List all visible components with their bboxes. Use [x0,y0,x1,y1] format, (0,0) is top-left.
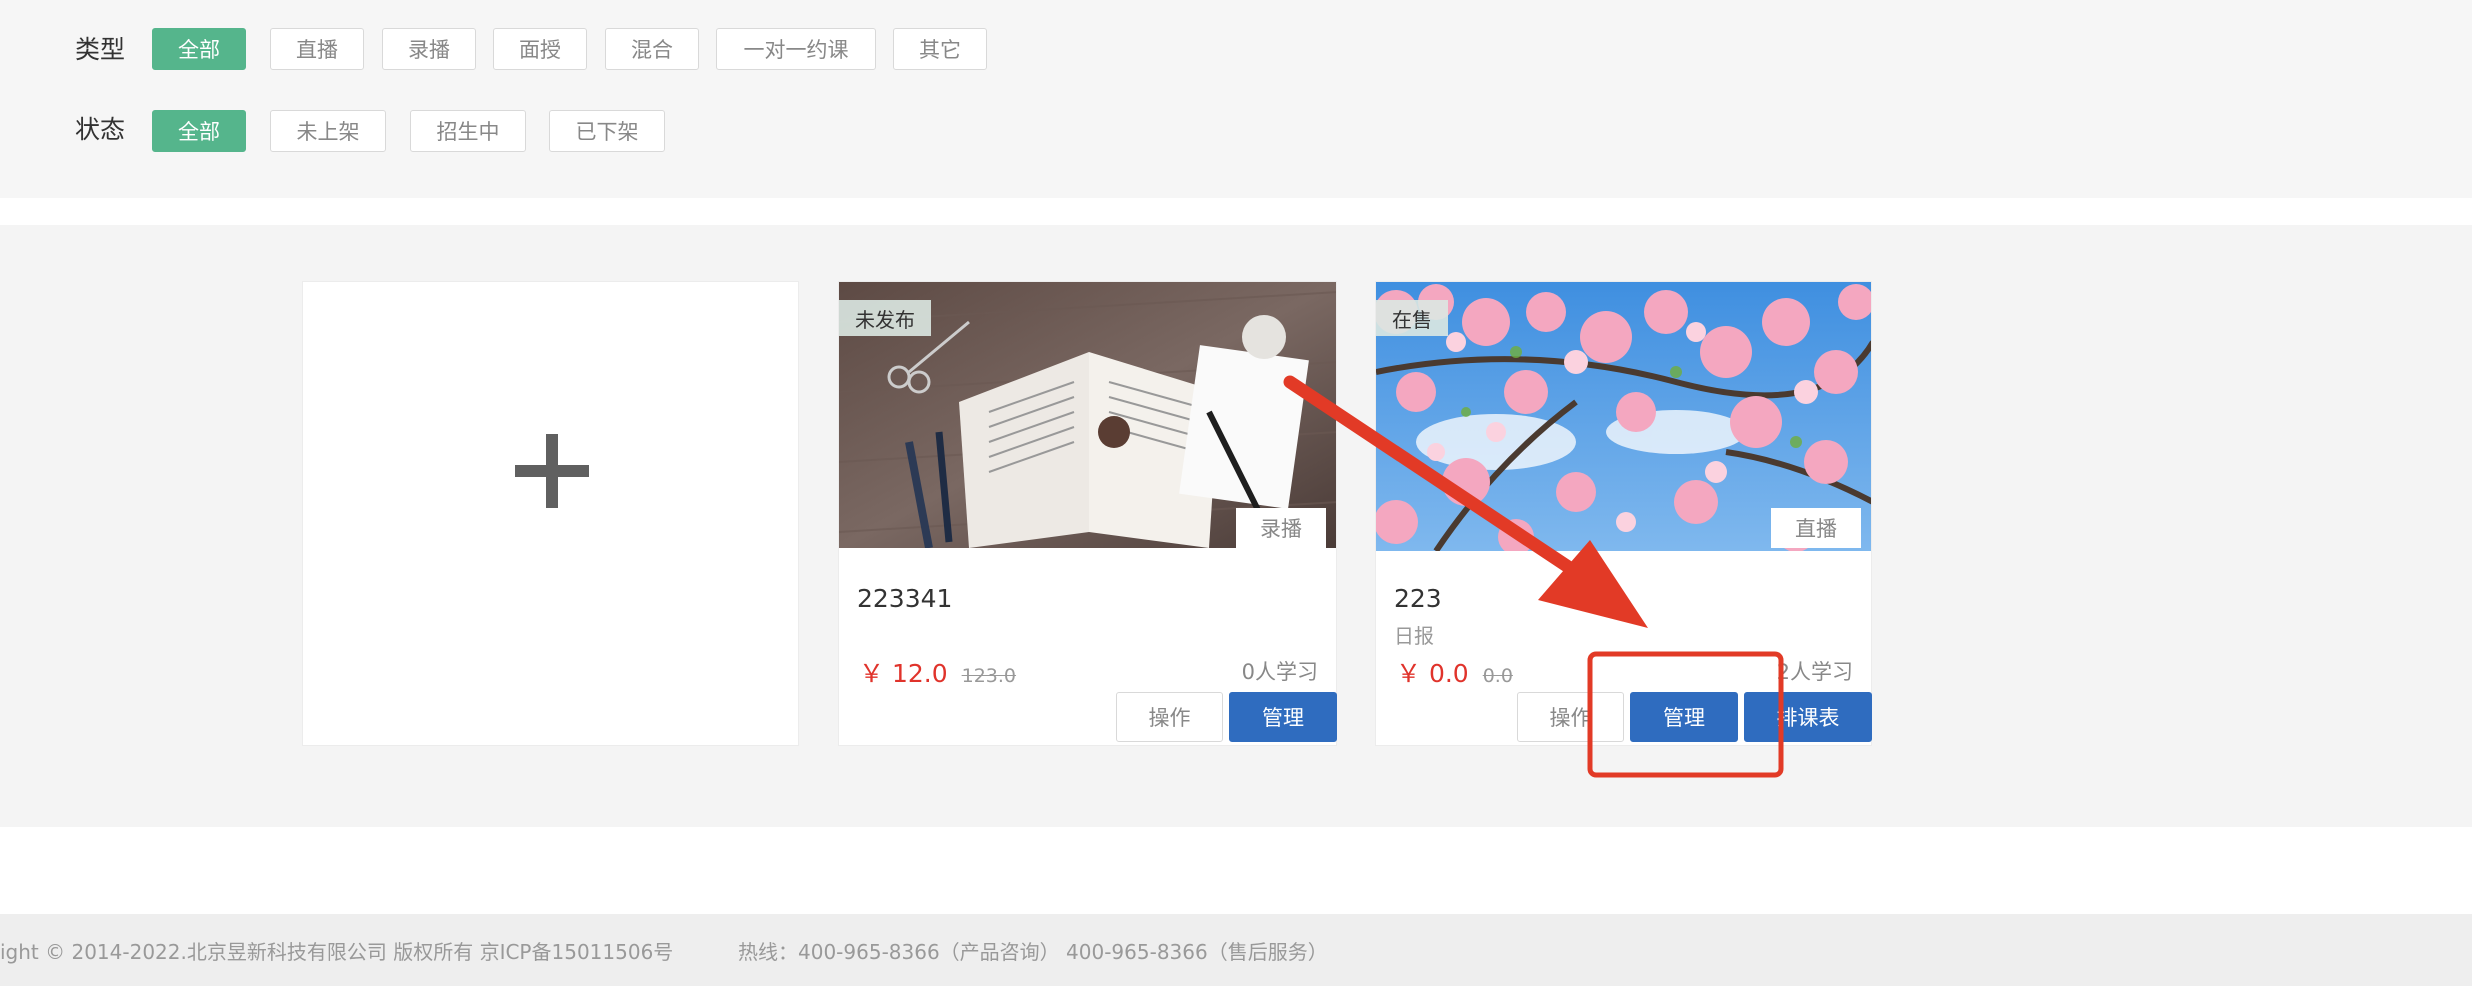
status-filter-unlisted[interactable]: 未上架 [270,110,386,152]
page-footer: ight © 2014-2022.北京昱新科技有限公司 版权所有 京ICP备15… [0,914,2472,986]
filter-panel: 类型 全部 直播 录播 面授 混合 一对一约课 其它 状态 全部 未上架 招生中… [0,0,2472,198]
type-filter-other[interactable]: 其它 [893,28,987,70]
add-course-card[interactable] [302,281,799,746]
type-filter-recorded[interactable]: 录播 [382,28,476,70]
course-type-tag: 录播 [1236,508,1326,548]
course-type-tag: 直播 [1771,508,1861,548]
operate-button[interactable]: 操作 [1116,692,1223,742]
course-price: ￥ 12.0 123.0 [859,654,1016,690]
current-price: ￥ 0.0 [1396,659,1469,688]
original-price: 0.0 [1482,665,1513,687]
course-card[interactable]: 未发布 录播 223341 ￥ 12.0 123.0 0人学习 操作 管理 [838,281,1337,746]
manage-button[interactable]: 管理 [1229,692,1337,742]
type-filter-all[interactable]: 全部 [152,28,246,70]
hotline-text: 热线：400-965-8366（产品咨询） 400-965-8366（售后服务） [738,939,1328,964]
course-title[interactable]: 223341 [857,584,952,613]
type-filter-label: 类型 [75,35,126,64]
learner-count: 2人学习 [1776,660,1853,684]
course-status-tag: 在售 [1376,300,1448,336]
course-title[interactable]: 223 [1394,584,1442,613]
course-card[interactable]: 在售 直播 223 日报 ￥ 0.0 0.0 2人学习 操作 管理 排课表 [1375,281,1872,746]
operate-button[interactable]: 操作 [1517,692,1624,742]
current-price: ￥ 12.0 [859,659,948,688]
original-price: 123.0 [961,665,1017,687]
course-subtitle: 日报 [1394,624,1434,648]
copyright-text: ight © 2014-2022.北京昱新科技有限公司 版权所有 京ICP备15… [0,939,674,964]
status-filter-enrolling[interactable]: 招生中 [410,110,526,152]
course-status-tag: 未发布 [839,300,931,336]
status-filter-all[interactable]: 全部 [152,110,246,152]
schedule-button[interactable]: 排课表 [1744,692,1872,742]
course-price: ￥ 0.0 0.0 [1396,654,1513,690]
manage-button[interactable]: 管理 [1630,692,1738,742]
type-filter-in-person[interactable]: 面授 [493,28,587,70]
status-filter-delisted[interactable]: 已下架 [549,110,665,152]
status-filter-label: 状态 [75,115,126,144]
plus-icon [303,282,798,745]
learner-count: 0人学习 [1241,660,1318,684]
type-filter-one-on-one[interactable]: 一对一约课 [716,28,876,70]
type-filter-mixed[interactable]: 混合 [605,28,699,70]
type-filter-live[interactable]: 直播 [270,28,364,70]
